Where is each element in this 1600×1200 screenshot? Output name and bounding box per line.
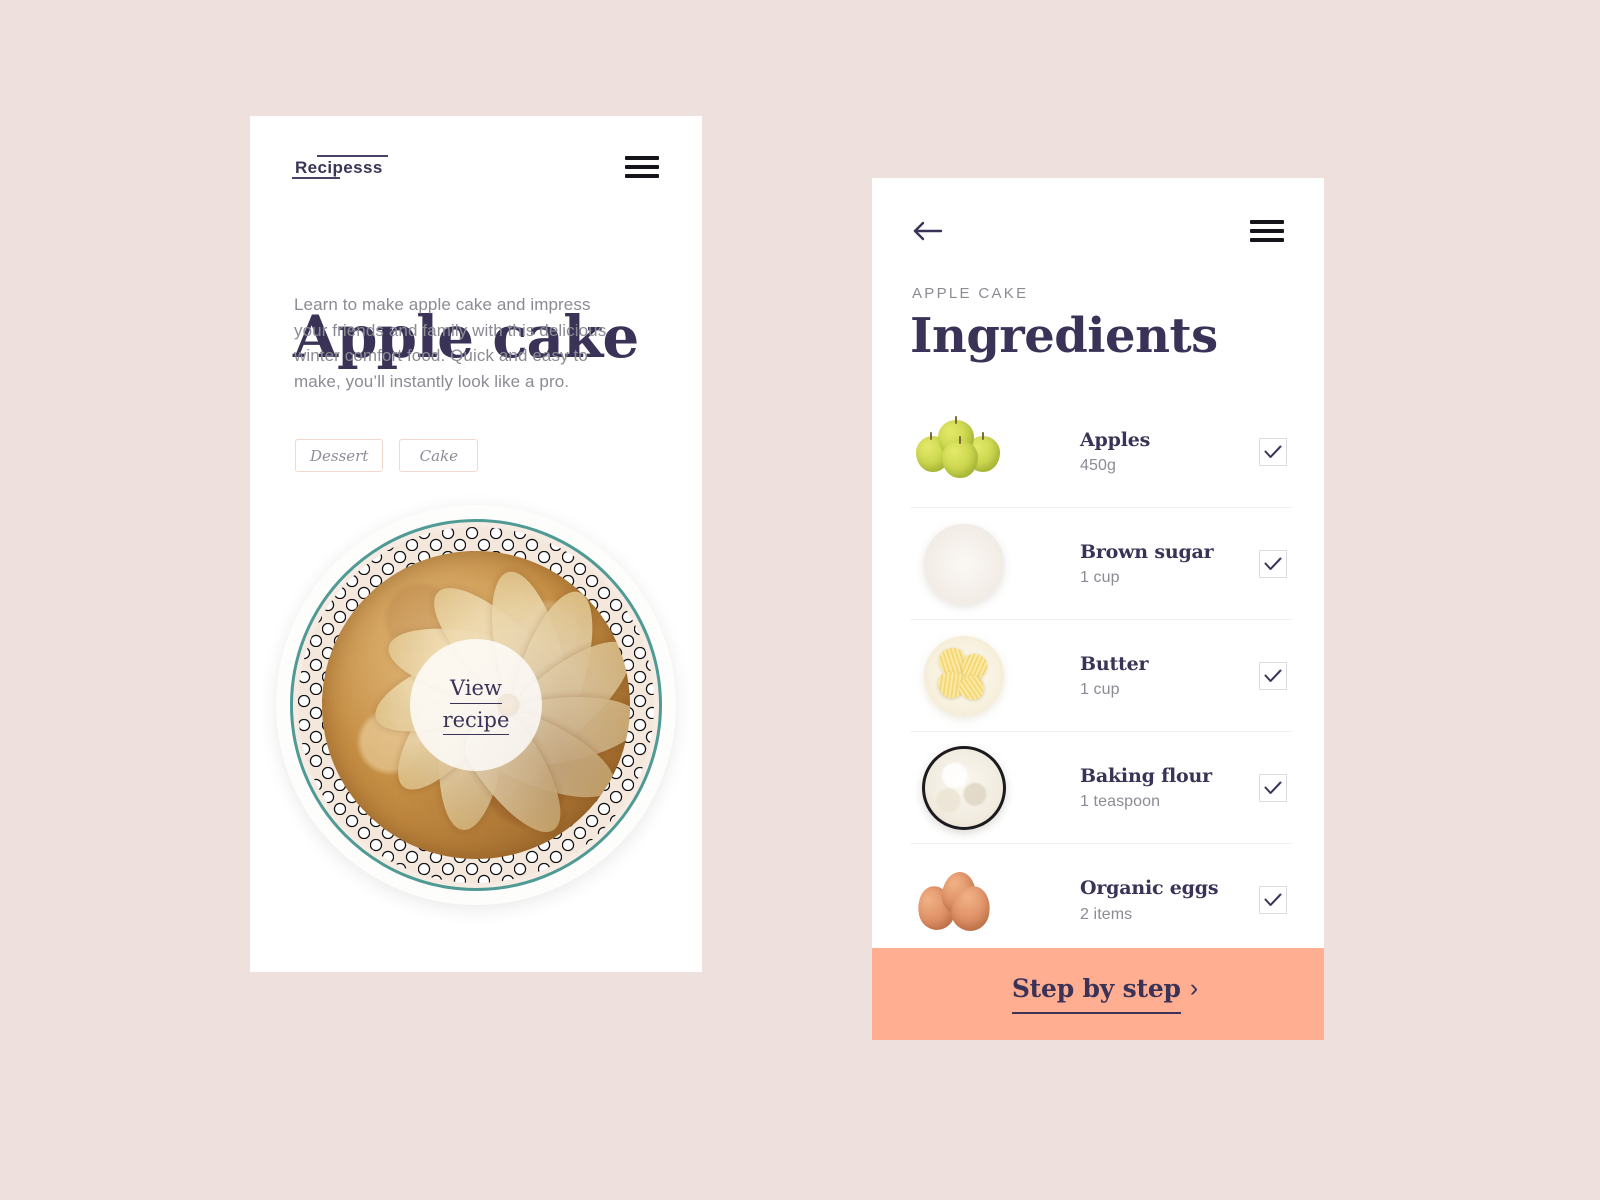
view-recipe-button[interactable]: View recipe [410,639,542,771]
list-item[interactable]: Apples 450g [910,396,1291,508]
ingredient-checkbox[interactable] [1259,549,1287,578]
ingredient-name: Apples [1080,428,1151,451]
ingredient-checkbox[interactable] [1259,661,1287,690]
recipe-description: Learn to make apple cake and impress you… [294,295,607,391]
ingredient-text: Apples 450g [1080,428,1259,476]
ingredient-text: Baking flour 1 teaspoon [1080,764,1259,812]
ingredient-quantity: 450g [1080,457,1116,475]
apples-thumbnail [912,406,1016,498]
list-item[interactable]: Baking flour 1 teaspoon [910,732,1291,844]
app-logo[interactable]: Recipesss [292,155,388,179]
step-by-step-button[interactable]: Step by step › [872,948,1324,1040]
apple-stem [982,431,984,440]
ingredient-checkbox[interactable] [1259,773,1287,802]
tag-dessert[interactable]: Dessert [295,439,384,472]
hamburger-menu-icon[interactable] [1250,220,1284,242]
ingredient-name: Organic eggs [1080,877,1219,900]
apple-stem [930,431,932,440]
chevron-right-icon: › [1189,974,1199,1002]
check-icon [1264,781,1282,794]
cta-content: Step by step › [1011,974,1199,1014]
apple-stem [959,435,961,444]
recipe-detail-card: Recipesss Apple cake Learn to make apple… [250,116,702,972]
check-icon [1264,445,1282,458]
brown-sugar-mound [933,533,995,595]
ingredient-quantity: 1 cup [1080,569,1120,587]
brown-sugar-thumbnail [912,518,1016,610]
back-arrow-icon[interactable] [913,219,943,243]
left-card-header: Recipesss [292,147,659,187]
section-title: Ingredients [910,308,1218,364]
view-recipe-line-2: recipe [442,707,510,736]
ingredient-quantity: 1 cup [1080,681,1120,699]
baking-flour-thumbnail [912,742,1016,834]
cta-label: Step by step [1011,974,1181,1014]
hamburger-line [1250,220,1284,224]
ingredient-name: Brown sugar [1080,540,1214,563]
right-card-header [913,211,1284,251]
ingredient-text: Organic eggs 2 items [1080,876,1259,924]
ingredient-text: Butter 1 cup [1080,652,1259,700]
ingredient-list: Apples 450g Brown sugar 1 cup Butter 1 c… [910,396,1291,956]
hamburger-line [625,174,659,178]
apple-stem [955,415,957,424]
flour-bowl [922,745,1006,830]
recipe-eyebrow-label: APPLE CAKE [912,285,1029,302]
flour-texture [925,748,1003,827]
organic-eggs-thumbnail [912,854,1016,946]
hamburger-line [1250,229,1284,233]
ingredient-checkbox[interactable] [1259,886,1287,914]
list-item[interactable]: Brown sugar 1 cup [910,508,1291,620]
hamburger-line [1250,238,1284,242]
ingredient-name: Baking flour [1080,764,1212,787]
check-icon [1264,557,1282,570]
list-item[interactable]: Butter 1 cup [910,620,1291,732]
list-item[interactable]: Organic eggs 2 items [910,844,1291,956]
ingredient-checkbox[interactable] [1259,437,1287,466]
hamburger-menu-icon[interactable] [625,156,659,178]
sugar-bowl [924,523,1004,604]
recipe-hero-image[interactable]: View recipe [276,505,676,905]
ingredients-card: APPLE CAKE Ingredients Apples 450g Brown… [872,178,1324,1040]
butter-bowl [924,635,1004,716]
check-icon [1264,893,1282,906]
butter-thumbnail [912,630,1016,722]
ingredient-quantity: 1 teaspoon [1080,793,1161,811]
tag-cake[interactable]: Cake [399,439,479,472]
ingredient-text: Brown sugar 1 cup [1080,540,1259,588]
ingredient-quantity: 2 items [1080,905,1133,923]
check-icon [1264,669,1282,682]
ingredient-name: Butter [1080,652,1149,675]
hamburger-line [625,165,659,169]
hamburger-line [625,156,659,160]
view-recipe-line-1: View [450,675,502,704]
tag-list: Dessert Cake [295,439,479,472]
apple-shape [942,439,978,478]
